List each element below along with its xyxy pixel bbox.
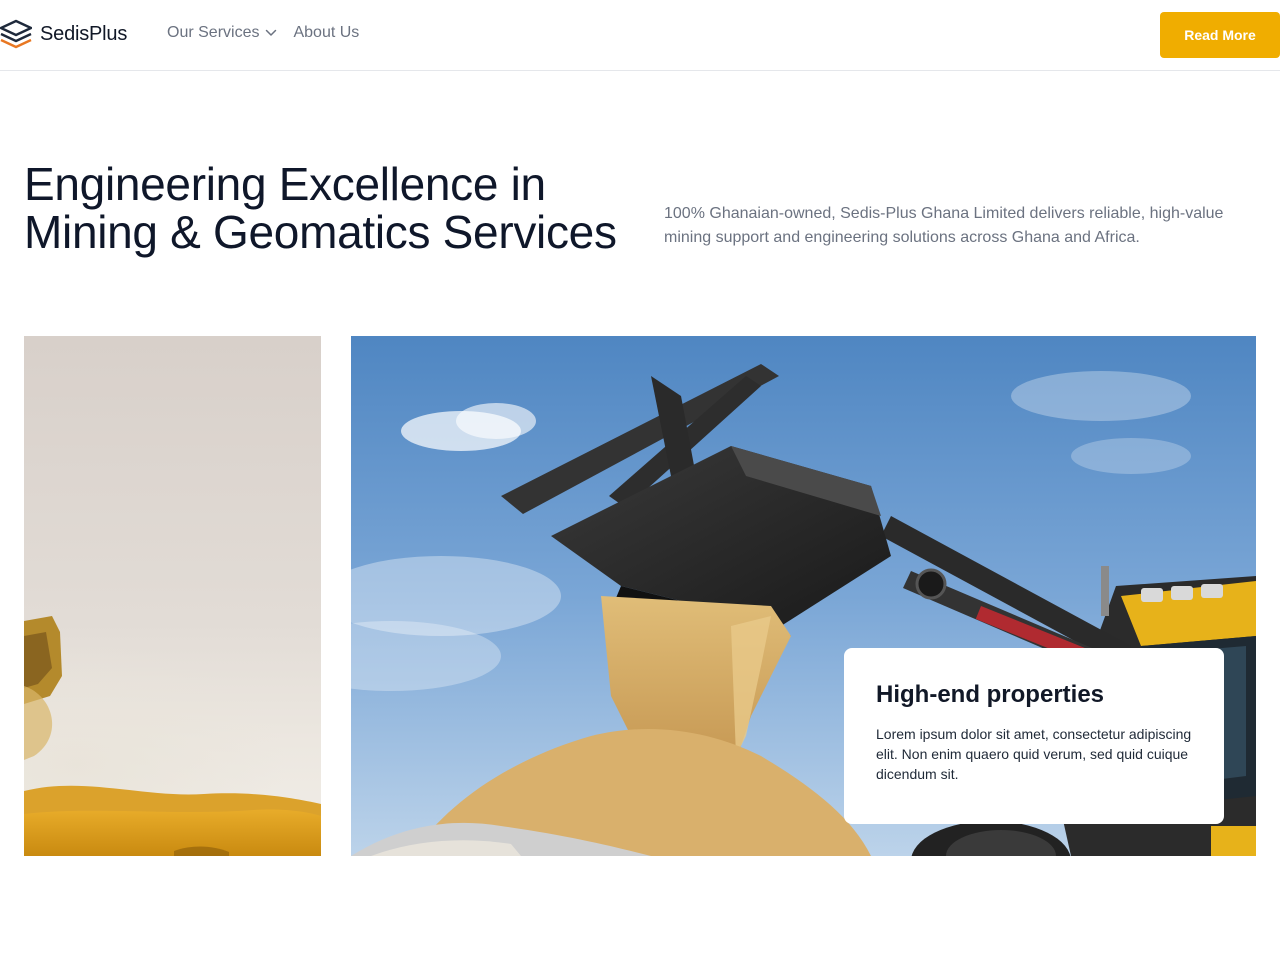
brand-logo[interactable]: SedisPlus: [0, 19, 127, 49]
brand-name: SedisPlus: [40, 22, 128, 45]
main-nav: Our Services About Us: [167, 24, 359, 42]
hero-title: Engineering Excellence in Mining & Geoma…: [24, 158, 617, 258]
stacked-layers-icon: [0, 19, 32, 49]
card-title: High-end properties: [876, 681, 1105, 708]
nav-item-label: Our Services: [167, 24, 260, 41]
nav-item-about-us[interactable]: About Us: [293, 24, 359, 42]
nav-item-label: About Us: [293, 24, 360, 41]
card-text: Lorem ipsum dolor sit amet, consectetur …: [876, 726, 1192, 782]
site-header: SedisPlus Our Services About Us Read Mor…: [0, 0, 1280, 71]
mining-dust-image: [24, 336, 321, 856]
feature-card: High-end properties Lorem ipsum dolor si…: [844, 648, 1224, 824]
nav-item-our-services[interactable]: Our Services: [167, 24, 277, 42]
read-more-button[interactable]: Read More: [1160, 12, 1280, 58]
chevron-down-icon: [265, 24, 277, 42]
hero-description: 100% Ghanaian-owned, Sedis-Plus Ghana Li…: [664, 205, 1224, 246]
